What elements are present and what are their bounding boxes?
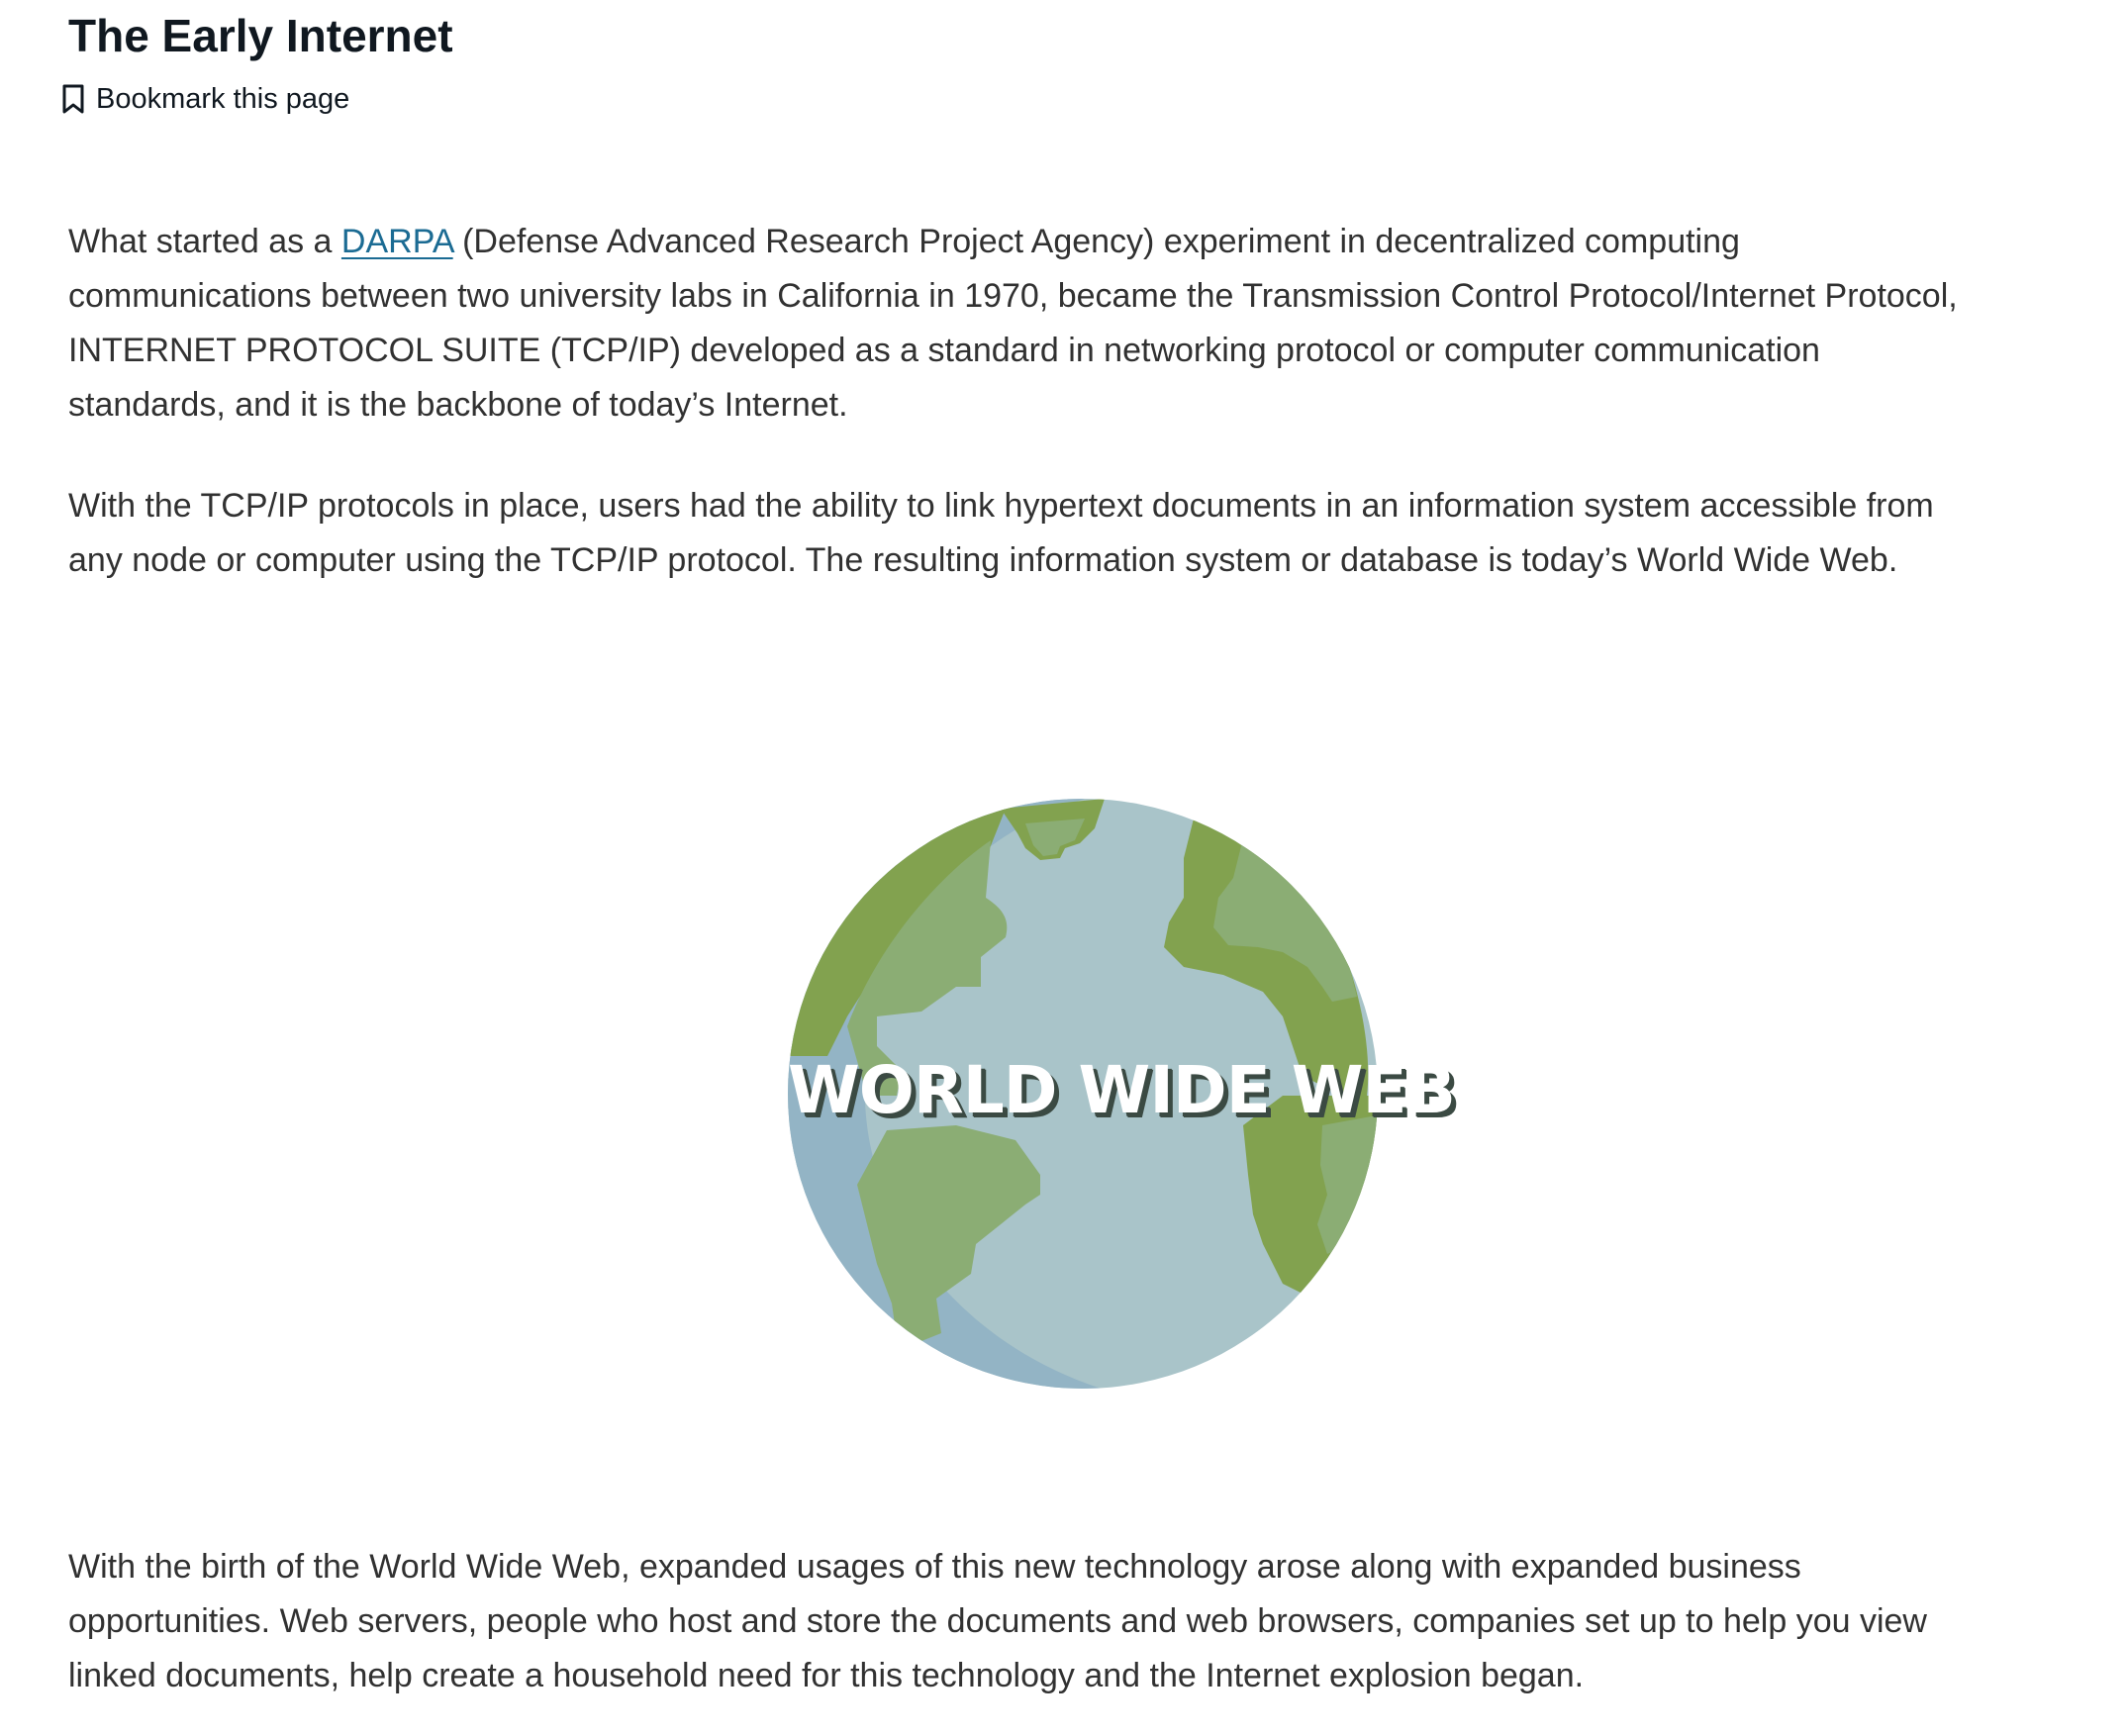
paragraph-2: With the TCP/IP protocols in place, user…	[68, 487, 1934, 579]
bookmark-icon	[60, 84, 86, 114]
world-wide-web-text: WORLD WIDE WEB	[788, 1052, 1456, 1128]
world-wide-web-image: WORLD WIDE WEB	[788, 799, 1456, 1389]
paragraph-3: With the birth of the World Wide Web, ex…	[68, 1548, 1927, 1694]
bookmark-label: Bookmark this page	[96, 83, 350, 115]
page-title: The Early Internet	[68, 10, 453, 61]
bookmark-button[interactable]: Bookmark this page	[60, 81, 349, 117]
paragraph-1: What started as a DARPA (Defense Advance…	[68, 215, 1969, 433]
paragraph-1-text-start: What started as a	[68, 223, 341, 260]
darpa-link[interactable]: DARPA	[341, 223, 453, 260]
